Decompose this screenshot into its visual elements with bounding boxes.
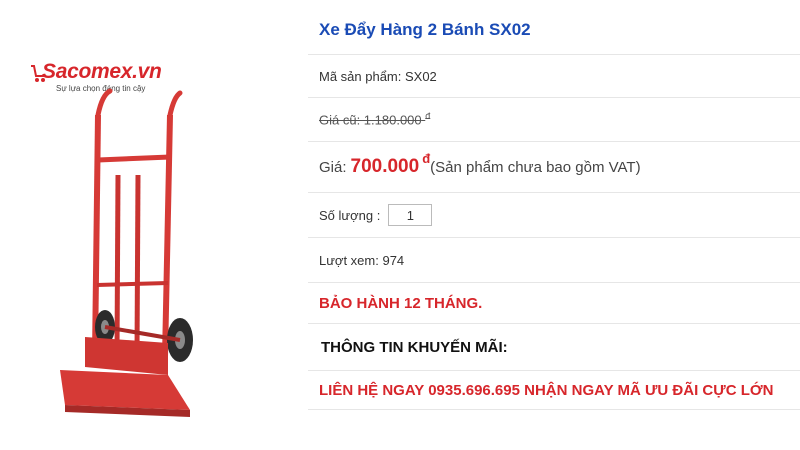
views-count: Lượt xem: 974 [319,252,405,268]
price-note: (Sản phẩm chưa bao gồm VAT) [430,159,641,176]
quantity-row: Số lượng : [308,193,800,238]
logo-brand: Sacomex.vn [42,60,162,83]
sku-row: Mã sản phẩm: SX02 [308,54,800,98]
promo-row: LIÊN HỆ NGAY 0935.696.695 NHẬN NGAY MÃ Ư… [308,371,800,410]
warranty-row: BẢO HÀNH 12 THÁNG. [308,283,800,324]
price-label: Giá: [319,159,347,176]
price-currency: đ [422,151,431,166]
price-row: Giá: 700.000 đ (Sản phẩm chưa bao gồm VA… [308,142,800,193]
views-row: Lượt xem: 974 [308,238,800,283]
promo-title: THÔNG TIN KHUYẾN MÃI: [321,338,508,356]
old-price: Giá cũ: 1.180.000 đ [319,110,431,128]
sku-label: Mã sản phẩm: SX02 [319,68,437,84]
quantity-label: Số lượng : [319,207,381,223]
hand-trolley-image [60,88,193,417]
product-info: Xe Đẩy Hàng 2 Bánh SX02 Mã sản phẩm: SX0… [308,0,800,450]
old-price-row: Giá cũ: 1.180.000 đ [308,97,800,142]
warranty-text: BẢO HÀNH 12 THÁNG. [319,294,483,312]
price: Giá: 700.000 đ (Sản phẩm chưa bao gồm VA… [308,151,641,178]
product-title[interactable]: Xe Đẩy Hàng 2 Bánh SX02 [319,20,531,40]
price-value: 700.000 [350,156,420,177]
product-image-panel: Sacomex.vn Sự lựa chọn đáng tin cậy [0,0,300,450]
quantity-input[interactable] [388,204,433,226]
promo-contact-text[interactable]: LIÊN HỆ NGAY 0935.696.695 NHẬN NGAY MÃ Ư… [308,382,773,399]
promo-title-row: THÔNG TIN KHUYẾN MÃI: [308,324,800,371]
